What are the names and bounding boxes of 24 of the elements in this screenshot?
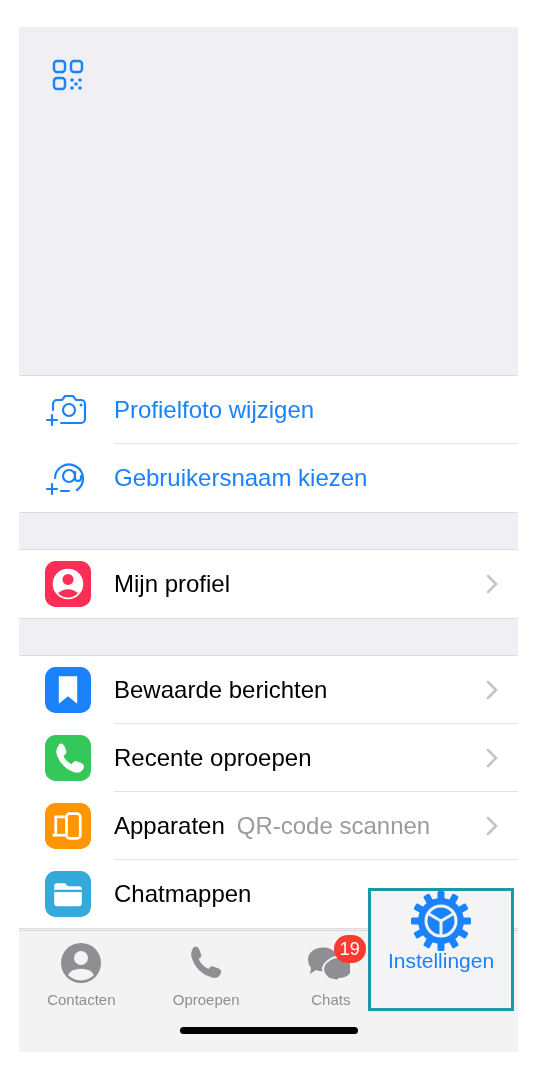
row-label: Recente oproepen — [114, 742, 312, 773]
person-icon — [60, 942, 103, 984]
qr-code-icon — [52, 59, 84, 91]
settings-row[interactable]: Apparaten QR-code scannen — [19, 792, 518, 860]
row-detail: QR-code scannen — [236, 810, 431, 841]
settings-row[interactable]: Gebruikersnaam kiezen — [19, 444, 518, 512]
camera-plus-icon — [45, 393, 89, 427]
tab[interactable]: Contacten — [45, 931, 118, 1027]
row-label: Apparaten — [114, 810, 225, 841]
settings-row[interactable]: Bewaarde berichten — [19, 656, 518, 724]
tab[interactable]: 19 Chats — [293, 931, 368, 1027]
row-label: Chatmappen — [114, 879, 252, 909]
settings-row[interactable]: Recente oproepen — [19, 724, 518, 792]
row-label: Mijn profiel — [114, 569, 231, 599]
row-label: Bewaarde berichten — [114, 674, 328, 705]
settings-row[interactable]: Profielfoto wijzigen — [19, 376, 518, 444]
row-label: Gebruikersnaam kiezen — [114, 463, 368, 493]
tab[interactable]: Instellingen — [368, 888, 514, 1011]
gear-icon — [409, 889, 473, 953]
settings-row[interactable]: Mijn profiel — [19, 550, 518, 618]
tab[interactable]: Oproepen — [170, 931, 242, 1027]
qr-code-button[interactable] — [52, 59, 84, 91]
row-label: Profielfoto wijzigen — [114, 394, 315, 425]
unread-badge: 19 — [333, 935, 366, 963]
